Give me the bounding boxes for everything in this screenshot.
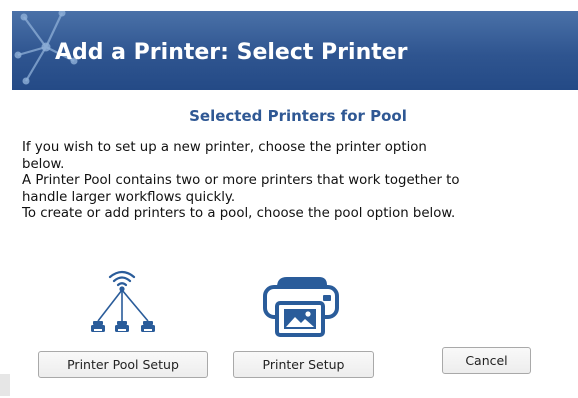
instructions-line: A Printer Pool contains two or more prin… [22, 173, 460, 189]
add-printer-dialog: Add a Printer: Select Printer Selected P… [0, 0, 578, 398]
instructions-line: If you wish to set up a new printer, cho… [22, 140, 427, 155]
cancel-button[interactable]: Cancel [442, 347, 531, 374]
dialog-header: Add a Printer: Select Printer [12, 11, 578, 90]
instructions-line: To create or add printers to a pool, cho… [22, 206, 456, 222]
section-subtitle: Selected Printers for Pool [189, 107, 407, 125]
printer-pool-setup-button[interactable]: Printer Pool Setup [38, 351, 208, 378]
printer-icon [263, 277, 339, 337]
instructions-text: If you wish to set up a new printer, cho… [22, 140, 574, 223]
printer-setup-button[interactable]: Printer Setup [233, 351, 374, 378]
dialog-title: Add a Printer: Select Printer [55, 40, 408, 65]
printer-pool-icon [91, 270, 155, 332]
instructions-line: handle larger workflows quickly. [22, 189, 236, 205]
window-edge-divider [0, 374, 10, 396]
instructions-line: below. [22, 156, 65, 172]
